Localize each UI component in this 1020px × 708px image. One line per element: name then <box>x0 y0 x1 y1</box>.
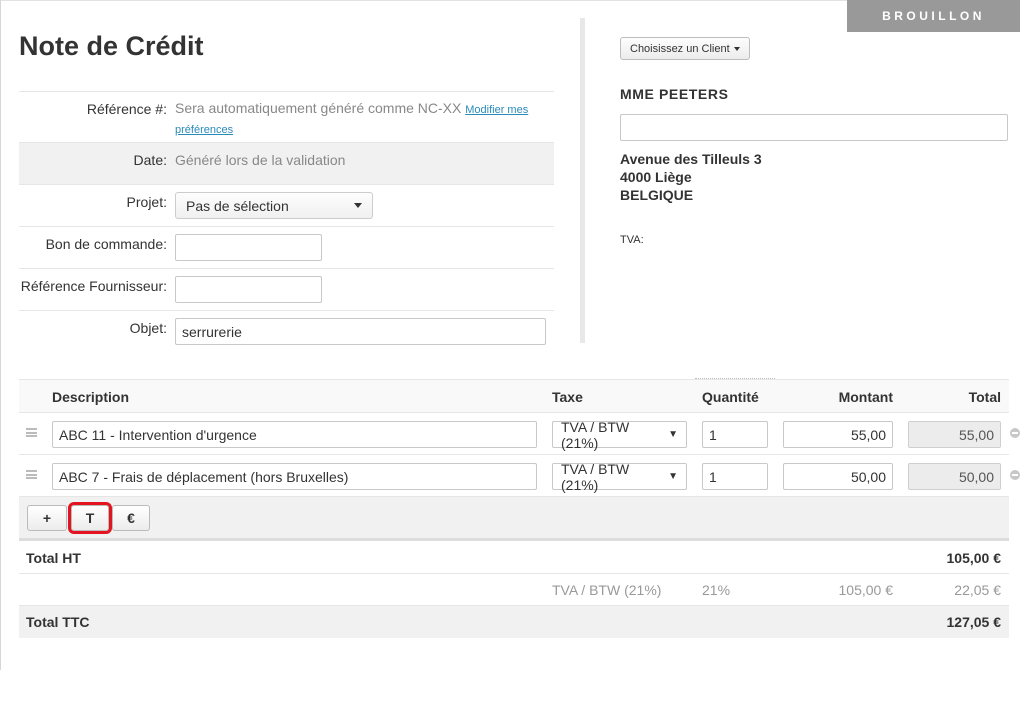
choose-client-button[interactable]: Choisissez un Client <box>620 37 750 60</box>
add-price-line-button[interactable]: € <box>112 505 150 531</box>
tva-name: TVA / BTW (21%) <box>552 582 662 598</box>
line-tax-select[interactable]: TVA / BTW (21%) ▼ <box>552 418 687 451</box>
line-amount-input[interactable] <box>783 421 893 448</box>
purchase-order-label: Bon de commande: <box>45 236 167 252</box>
tva-base: 105,00 € <box>838 582 894 598</box>
address-country: BELGIQUE <box>620 187 694 203</box>
reference-label: Référence #: <box>86 101 167 117</box>
drag-handle-icon[interactable] <box>26 470 37 479</box>
tva-row: TVA / BTW (21%) 21% 105,00 € 22,05 € <box>19 574 1009 606</box>
table-row: TVA / BTW (21%) ▼ 50,00 <box>19 455 1020 497</box>
total-ttc-row: Total TTC 127,05 € <box>19 606 1009 638</box>
address-street: Avenue des Tilleuls 3 <box>620 151 762 167</box>
dotted-divider <box>695 378 775 379</box>
date-row: Date: Généré lors de la validation <box>19 143 554 185</box>
project-label: Projet: <box>126 194 167 210</box>
remove-circle-icon[interactable] <box>1010 428 1020 438</box>
header-description: Description <box>52 389 130 405</box>
project-select-value: Pas de sélection <box>186 197 289 214</box>
header-amount: Montant <box>838 389 893 405</box>
client-name: MME PEETERS <box>620 86 729 102</box>
project-row: Projet: Pas de sélection <box>19 185 554 227</box>
choose-client-label: Choisissez un Client <box>630 42 730 55</box>
line-tax-select[interactable]: TVA / BTW (21%) ▼ <box>552 460 687 493</box>
add-text-line-button[interactable]: T <box>68 502 112 534</box>
supplier-reference-label: Référence Fournisseur: <box>20 278 167 294</box>
line-quantity-input[interactable] <box>702 463 768 490</box>
date-value: Généré lors de la validation <box>175 152 346 168</box>
line-description-input[interactable] <box>52 421 537 448</box>
caret-down-icon: ▼ <box>668 429 678 440</box>
subject-label: Objet: <box>129 320 167 336</box>
address-city: 4000 Liège <box>620 169 692 185</box>
modify-preferences-link[interactable]: Modifier mes <box>465 104 528 116</box>
caret-down-icon: ▼ <box>668 471 678 482</box>
line-actions-bar: + T € <box>19 497 1009 541</box>
purchase-order-cell <box>167 227 554 268</box>
subject-input[interactable] <box>175 318 546 345</box>
supplier-reference-cell <box>167 269 554 310</box>
lines-header: Description Taxe Quantité Montant Total <box>19 378 1009 413</box>
remove-circle-icon[interactable] <box>1010 470 1020 480</box>
reference-text: Sera automatiquement généré comme NC-XX <box>175 100 462 116</box>
project-cell: Pas de sélection <box>167 185 554 226</box>
total-ht-label: Total HT <box>26 550 81 566</box>
totals-section: Total HT 105,00 € TVA / BTW (21%) 21% 10… <box>19 542 1009 638</box>
supplier-reference-input[interactable] <box>175 276 322 303</box>
subject-row: Objet: <box>19 311 554 353</box>
tva-rate: 21% <box>702 582 731 598</box>
line-amount-input[interactable] <box>783 463 893 490</box>
line-quantity-input[interactable] <box>702 421 768 448</box>
line-total: 55,00 <box>908 421 1001 448</box>
add-line-button[interactable]: + <box>27 505 67 531</box>
client-address: Avenue des Tilleuls 3 4000 Liège BELGIQU… <box>620 150 762 204</box>
line-description-input[interactable] <box>52 463 537 490</box>
total-ht-row: Total HT 105,00 € <box>19 542 1009 574</box>
left-border <box>0 0 1 670</box>
line-tax-value: TVA / BTW (21%) <box>561 418 630 451</box>
status-ribbon: BROUILLON <box>847 0 1020 32</box>
tva-amount: 22,05 € <box>954 582 1001 598</box>
line-total: 50,00 <box>908 463 1001 490</box>
reference-value: Sera automatiquement généré comme NC-XX … <box>167 92 554 142</box>
total-ttc-label: Total TTC <box>26 614 90 630</box>
client-contact-input[interactable] <box>620 114 1008 141</box>
line-tax-value: TVA / BTW (21%) <box>561 460 630 493</box>
document-form: Référence #: Sera automatiquement généré… <box>19 91 554 353</box>
total-ht-value: 105,00 € <box>946 550 1002 566</box>
invoice-lines: Description Taxe Quantité Montant Total … <box>19 378 1020 541</box>
purchase-order-input[interactable] <box>175 234 322 261</box>
reference-row: Référence #: Sera automatiquement généré… <box>19 92 554 143</box>
drag-handle-icon[interactable] <box>26 428 37 437</box>
total-ttc-value: 127,05 € <box>946 614 1002 630</box>
client-tva-label: TVA: <box>620 234 644 246</box>
header-total: Total <box>968 389 1001 405</box>
caret-down-icon <box>354 203 362 208</box>
purchase-order-row: Bon de commande: <box>19 227 554 269</box>
subject-cell <box>167 311 554 353</box>
caret-down-icon <box>733 46 740 51</box>
supplier-reference-row: Référence Fournisseur: <box>19 269 554 311</box>
preferences-link[interactable]: préférences <box>175 124 233 136</box>
column-separator <box>580 18 585 343</box>
header-quantity: Quantité <box>702 389 759 405</box>
table-row: TVA / BTW (21%) ▼ 55,00 <box>19 413 1020 455</box>
project-select[interactable]: Pas de sélection <box>175 192 373 219</box>
header-tax: Taxe <box>552 389 583 405</box>
date-label: Date: <box>133 152 167 168</box>
page-title: Note de Crédit <box>19 31 204 61</box>
